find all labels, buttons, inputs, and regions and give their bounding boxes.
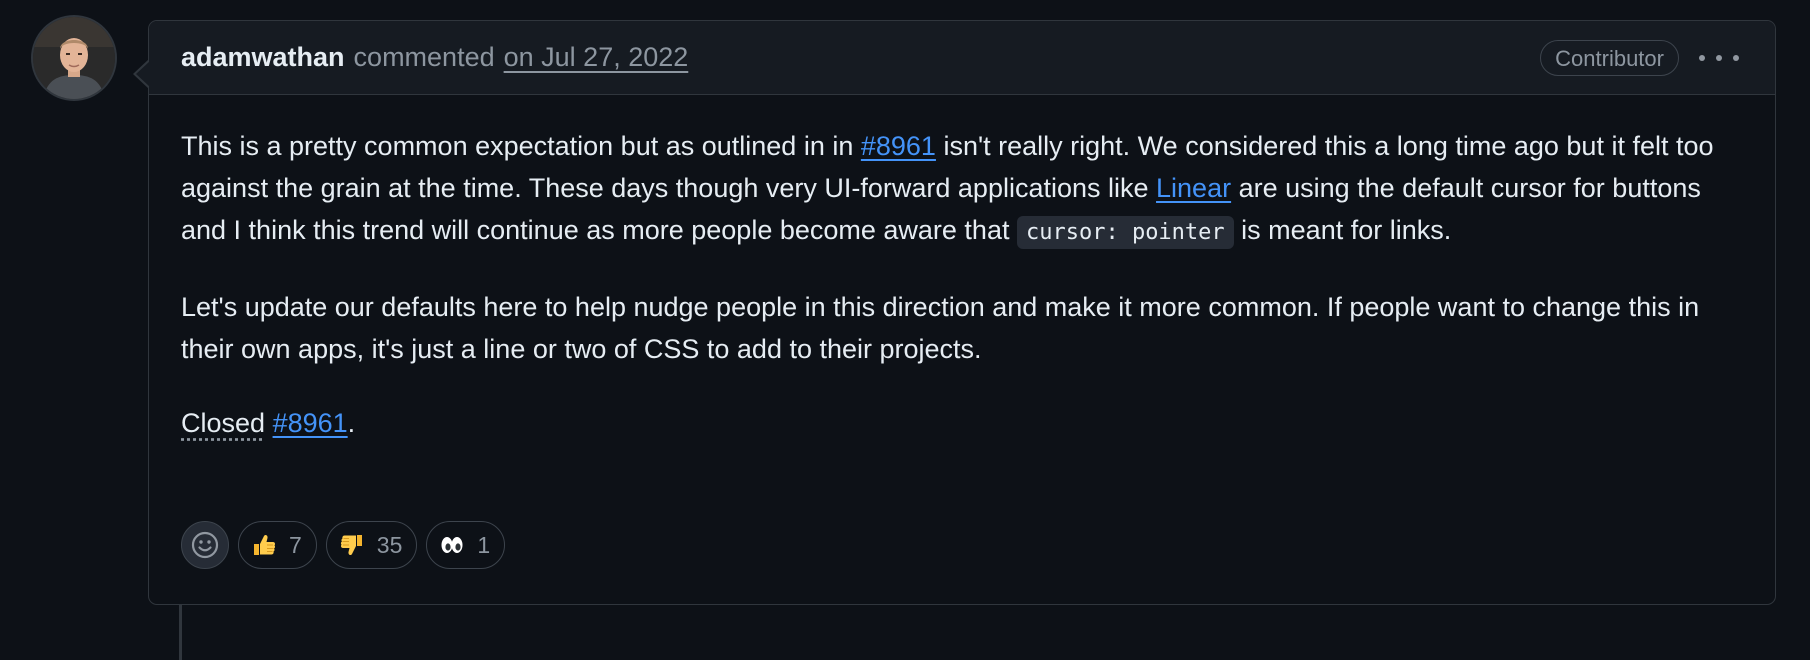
inline-code: cursor: pointer	[1016, 216, 1234, 249]
thumbs-up-emoji	[251, 532, 277, 558]
reaction-count: 1	[477, 531, 491, 558]
reaction-count: 35	[376, 531, 403, 558]
closing-issue-link[interactable]: #8961	[273, 408, 348, 438]
reaction-thumbs-up[interactable]: 7	[238, 521, 317, 569]
eyes-emoji	[439, 532, 465, 558]
author-name[interactable]: adamwathan	[181, 42, 345, 73]
comment-action: commented	[353, 42, 495, 72]
comment-header: adamwathan commented on Jul 27, 2022 Con…	[149, 21, 1775, 95]
add-reaction-button[interactable]	[181, 521, 229, 569]
reactions-bar: 7 35 1	[181, 521, 506, 569]
reaction-thumbs-down[interactable]: 35	[325, 521, 418, 569]
closed-label: Closed	[181, 408, 266, 438]
comment-paragraph-2: Let's update our defaults here to help n…	[181, 292, 1700, 364]
issue-comment: adamwathan commented on Jul 27, 2022 Con…	[133, 20, 1776, 605]
issue-link-8961[interactable]: #8961	[861, 131, 936, 161]
comment-paragraph-1: This is a pretty common expectation but …	[181, 125, 1751, 254]
reaction-count: 7	[289, 531, 302, 558]
comment-paragraph-3: Closed #8961.	[181, 408, 356, 438]
contributor-badge: Contributor	[1540, 40, 1679, 76]
kebab-horizontal-icon[interactable]	[1699, 45, 1739, 71]
smiley-add-icon	[191, 531, 219, 559]
author-avatar[interactable]	[33, 17, 115, 99]
comment-timestamp[interactable]: on Jul 27, 2022	[504, 42, 689, 73]
thumbs-down-emoji	[339, 532, 365, 558]
linear-link[interactable]: Linear	[1156, 173, 1231, 203]
comment-body: This is a pretty common expectation but …	[149, 95, 1775, 444]
avatar-image	[33, 17, 115, 99]
reaction-eyes[interactable]: 1	[426, 521, 506, 569]
timeline-line	[179, 600, 182, 660]
